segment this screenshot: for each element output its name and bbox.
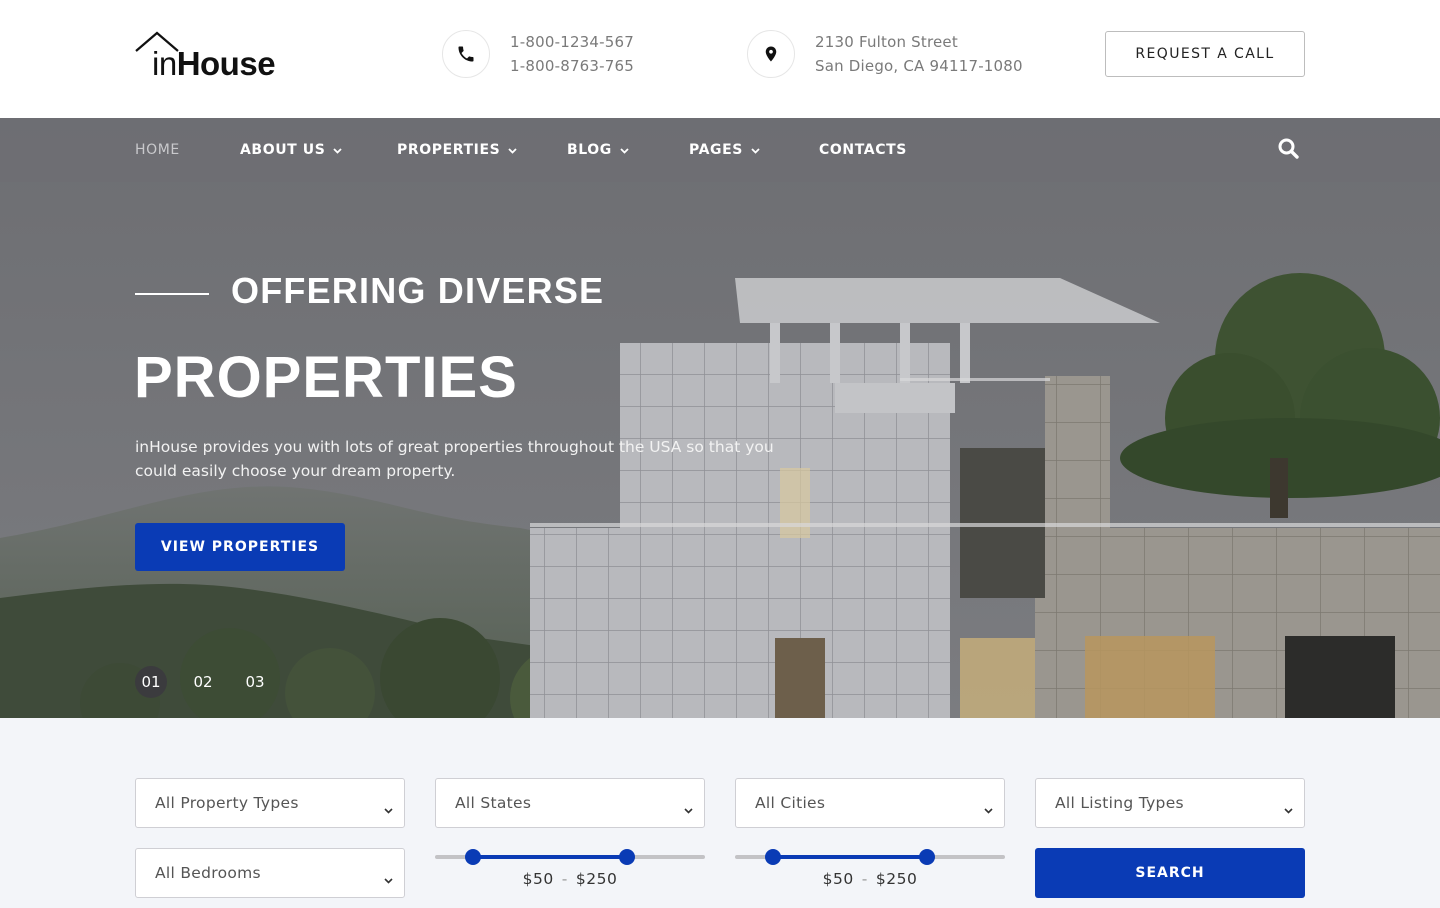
hero-title: PROPERTIES (134, 345, 518, 410)
hero-slider: HOME ABOUT US PROPERTIES BLOG PAGES CONT… (0, 118, 1440, 718)
chevron-down-icon (384, 800, 393, 818)
range-fill (473, 855, 627, 859)
nav-home[interactable]: HOME (135, 118, 180, 182)
chevron-down-icon (508, 142, 517, 158)
bedrooms-value: All Bedrooms (155, 864, 261, 882)
slide-indicator-1[interactable]: 01 (135, 666, 167, 698)
phone-number-2[interactable]: 1-800-8763-765 (510, 54, 634, 78)
property-type-value: All Property Types (155, 794, 299, 812)
range-max-handle[interactable] (919, 849, 935, 865)
hero-subtitle: OFFERING DIVERSE (231, 270, 605, 311)
logo-in: in (152, 45, 177, 82)
location-pin-icon (747, 30, 795, 78)
chevron-down-icon (751, 142, 760, 158)
chevron-down-icon (1284, 800, 1293, 818)
chevron-down-icon (333, 142, 343, 158)
phone-numbers: 1-800-1234-567 1-800-8763-765 (510, 30, 634, 78)
nav-pages-label: PAGES (689, 142, 743, 158)
range-min-handle[interactable] (765, 849, 781, 865)
price-range-slider-1: $50- $250 (435, 848, 705, 908)
range-fill (773, 855, 927, 859)
range-label: $50- $250 (822, 870, 918, 888)
nav-blog-label: BLOG (567, 142, 612, 158)
nav-blog[interactable]: BLOG (567, 118, 629, 182)
range-label: $50- $250 (522, 870, 618, 888)
nav-properties-label: PROPERTIES (397, 142, 501, 158)
city-select[interactable]: All Cities (735, 778, 1005, 828)
hero-decorative-line (135, 293, 209, 295)
listing-type-value: All Listing Types (1055, 794, 1184, 812)
slide-indicator-3[interactable]: 03 (239, 666, 271, 698)
range-min-value: $50 (522, 870, 554, 888)
search-button[interactable]: SEARCH (1035, 848, 1305, 898)
nav-about-us-label: ABOUT US (240, 142, 326, 158)
logo-house: House (176, 45, 276, 82)
chevron-down-icon (984, 800, 993, 818)
address-line-1: 2130 Fulton Street (815, 33, 958, 51)
nav-about-us[interactable]: ABOUT US (240, 118, 343, 182)
view-properties-button[interactable]: VIEW PROPERTIES (135, 523, 345, 571)
price-range-slider-2: $50- $250 (735, 848, 1005, 908)
bedrooms-select[interactable]: All Bedrooms (135, 848, 405, 898)
range-max-handle[interactable] (619, 849, 635, 865)
city-value: All Cities (755, 794, 826, 812)
search-icon[interactable] (1276, 136, 1302, 162)
phone-icon (442, 30, 490, 78)
nav-home-label: HOME (135, 142, 180, 158)
nav-contacts-label: CONTACTS (819, 142, 907, 158)
chevron-down-icon (384, 870, 393, 888)
address-lines: 2130 Fulton Street San Diego, CA 94117-1… (815, 30, 1023, 78)
request-call-button[interactable]: REQUEST A CALL (1105, 31, 1305, 77)
address-contact: 2130 Fulton Street San Diego, CA 94117-1… (747, 30, 1023, 78)
logo[interactable]: inHouse (135, 30, 305, 90)
phone-number-1[interactable]: 1-800-1234-567 (510, 30, 634, 54)
nav-properties[interactable]: PROPERTIES (397, 118, 517, 182)
range-min-handle[interactable] (465, 849, 481, 865)
range-min-value: $50 (822, 870, 854, 888)
hero-description: inHouse provides you with lots of great … (135, 438, 774, 480)
nav-contacts[interactable]: CONTACTS (819, 118, 907, 182)
slide-indicator-2[interactable]: 02 (187, 666, 219, 698)
address-line-2: San Diego, CA 94117-1080 (815, 57, 1023, 75)
nav-pages[interactable]: PAGES (689, 118, 760, 182)
range-max-value: $250 (875, 870, 918, 888)
chevron-down-icon (684, 800, 693, 818)
state-select[interactable]: All States (435, 778, 705, 828)
property-type-select[interactable]: All Property Types (135, 778, 405, 828)
state-value: All States (455, 794, 532, 812)
top-header: inHouse 1-800-1234-567 1-800-8763-765 21… (0, 0, 1440, 118)
range-max-value: $250 (575, 870, 618, 888)
logo-text: inHouse (152, 45, 276, 83)
hero-background-image (0, 118, 1440, 718)
main-nav: HOME ABOUT US PROPERTIES BLOG PAGES CONT… (0, 118, 1440, 182)
phone-contact: 1-800-1234-567 1-800-8763-765 (442, 30, 634, 78)
chevron-down-icon (620, 142, 629, 158)
listing-type-select[interactable]: All Listing Types (1035, 778, 1305, 828)
